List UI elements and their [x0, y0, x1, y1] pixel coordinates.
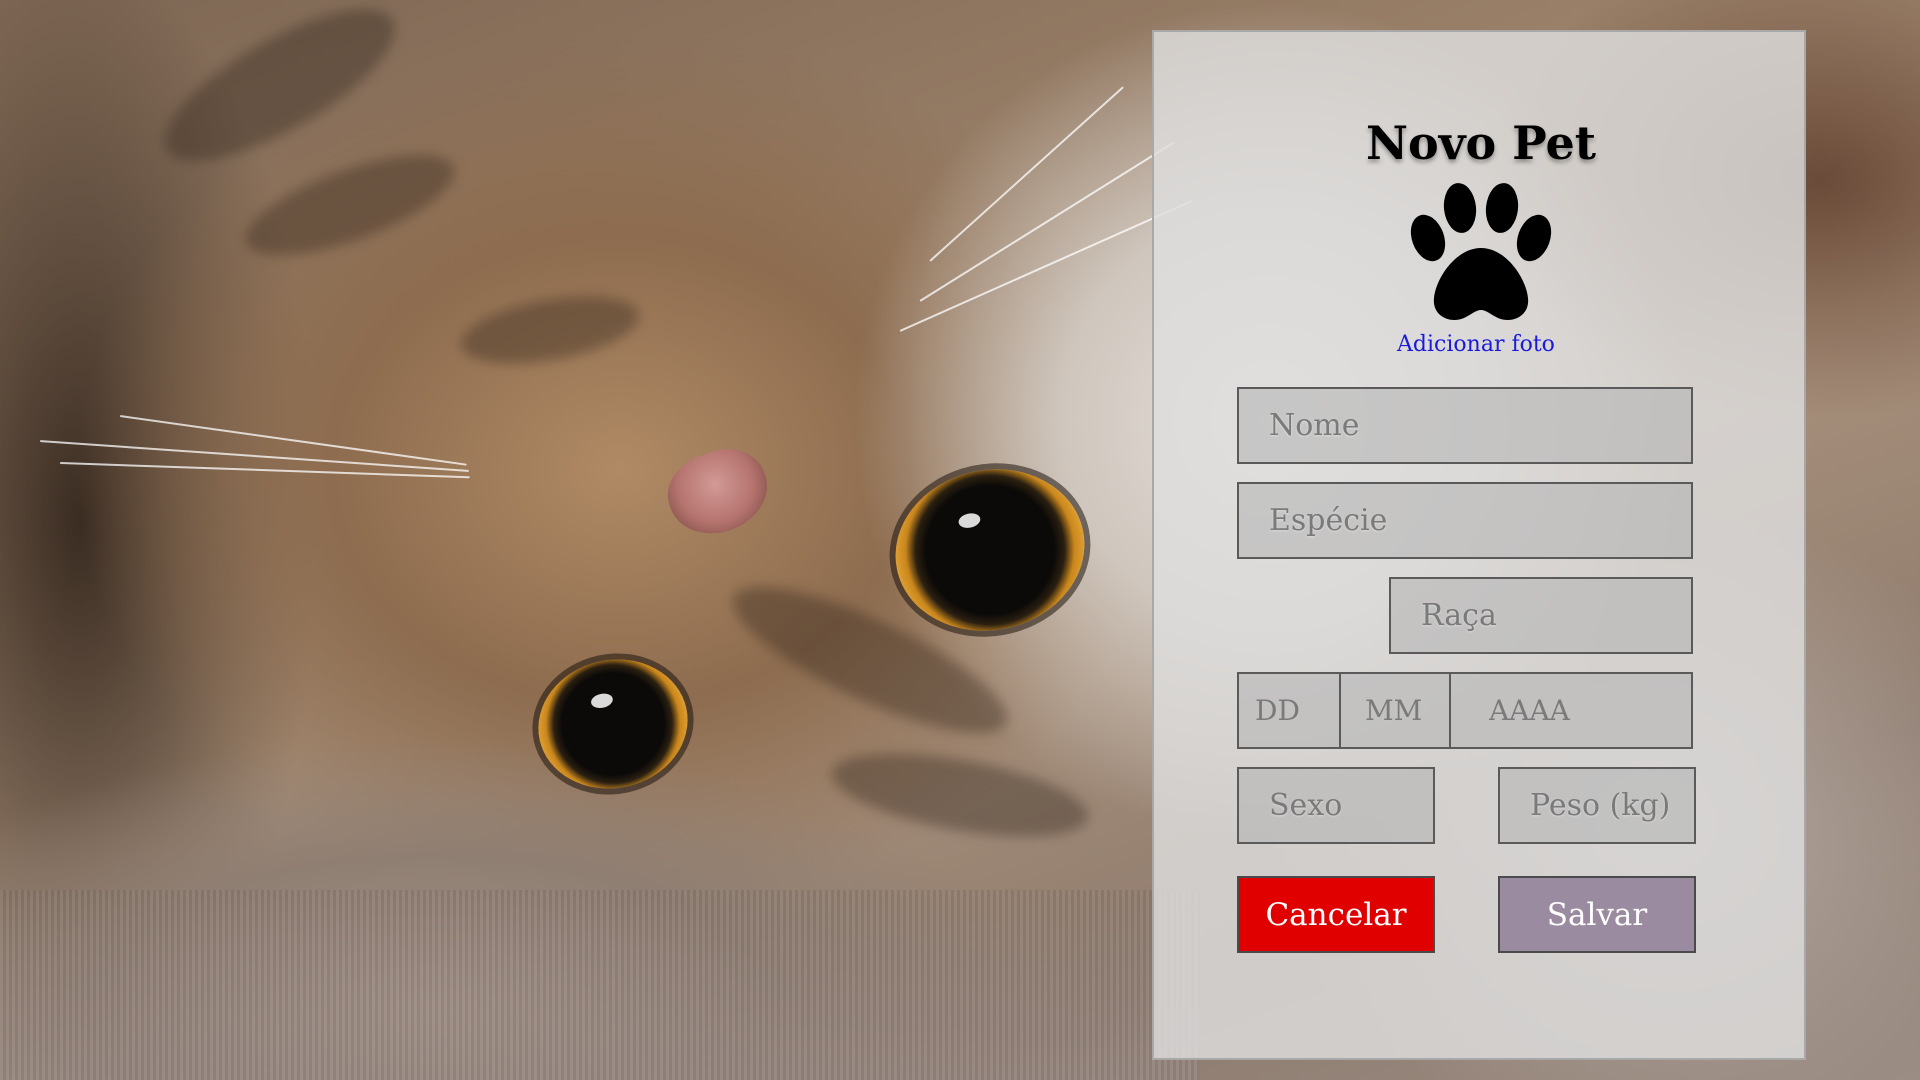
birth-day-input[interactable] — [1239, 674, 1341, 747]
birth-date-group — [1237, 672, 1845, 749]
carpet — [0, 890, 1200, 1080]
species-input[interactable] — [1237, 482, 1693, 559]
save-button[interactable]: Salvar — [1498, 876, 1696, 953]
form-title: Novo Pet — [1365, 116, 1597, 170]
new-pet-form: Novo Pet Adicionar foto Cancelar Salvar — [1152, 30, 1845, 1060]
add-photo-link[interactable]: Adicionar foto — [1154, 332, 1798, 357]
breed-input[interactable] — [1389, 577, 1693, 654]
cancel-button[interactable]: Cancelar — [1237, 876, 1435, 953]
cat-eye-left — [526, 645, 700, 803]
birth-year-input[interactable] — [1451, 674, 1845, 747]
cat-nose — [657, 437, 779, 547]
cat-eye-right — [880, 451, 1100, 649]
paw-icon[interactable] — [1406, 182, 1556, 324]
name-input[interactable] — [1237, 387, 1693, 464]
sex-input[interactable] — [1237, 767, 1435, 844]
birth-month-input[interactable] — [1341, 674, 1451, 747]
weight-input[interactable] — [1498, 767, 1696, 844]
